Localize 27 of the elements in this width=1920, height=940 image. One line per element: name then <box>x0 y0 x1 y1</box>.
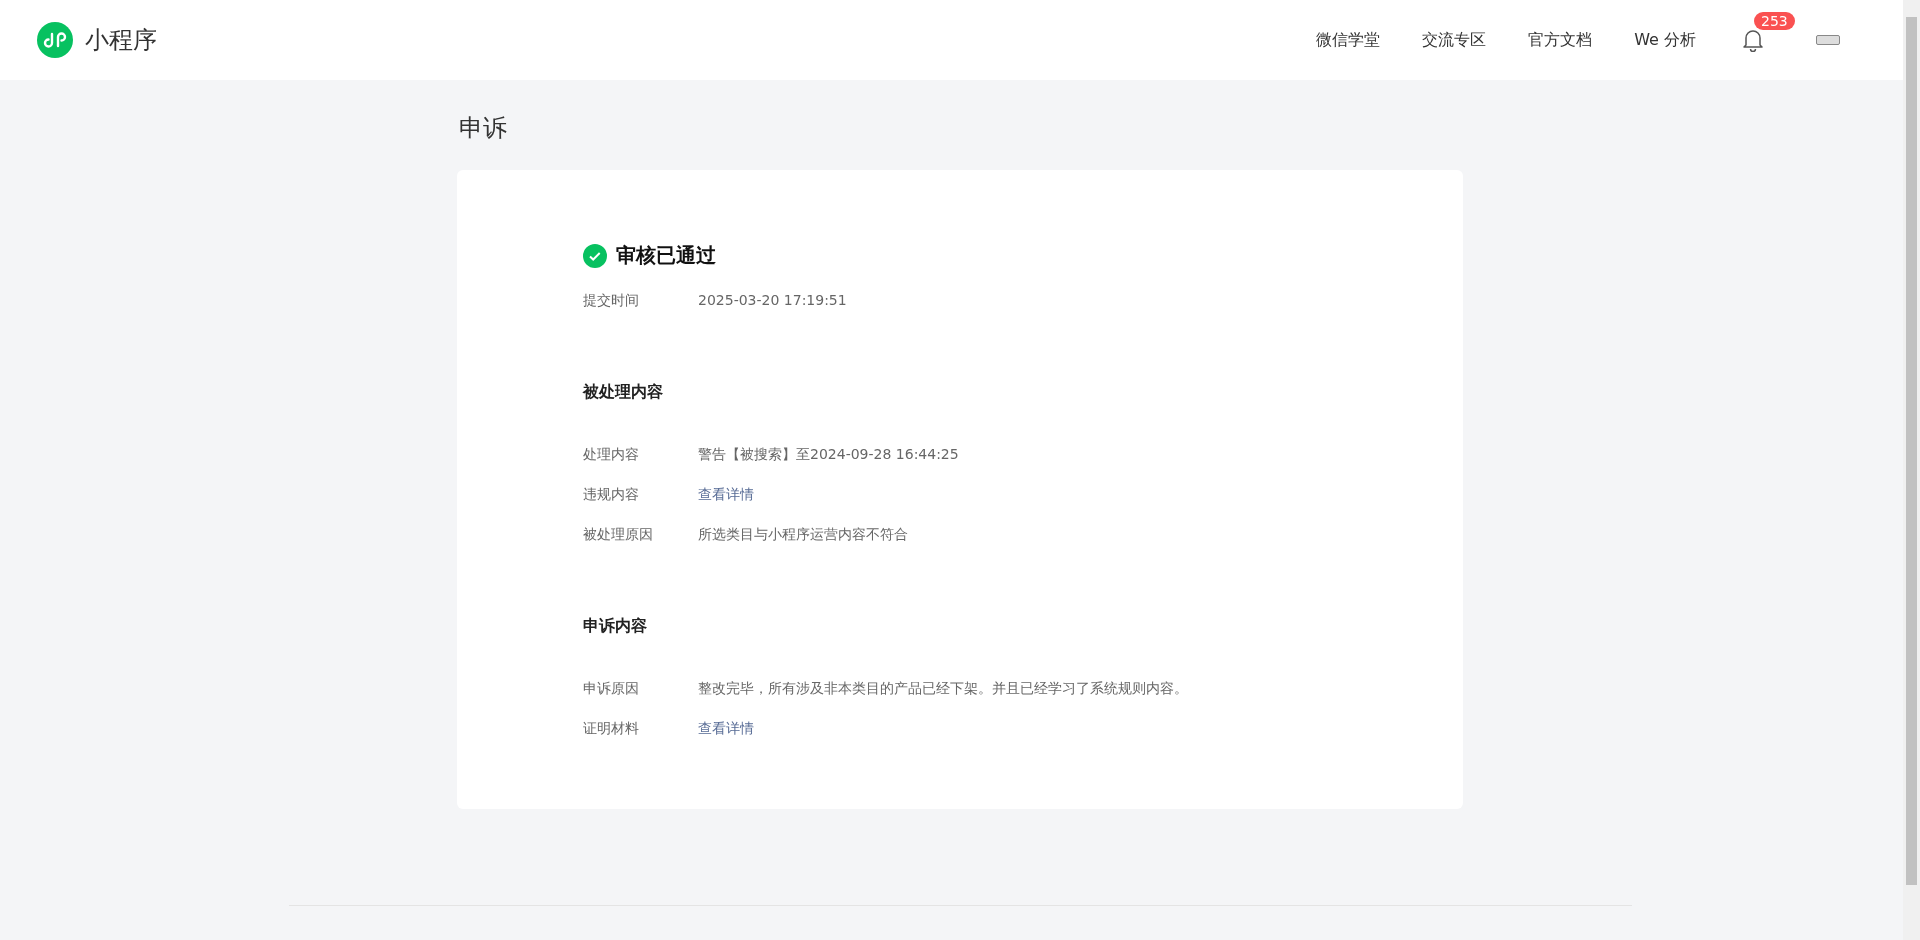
details-link[interactable]: 查看详情 <box>698 483 754 506</box>
section-heading: 被处理内容 <box>583 382 664 403</box>
check-circle-icon <box>583 243 607 268</box>
notification-badge: 253 <box>1754 12 1795 30</box>
nav-link[interactable]: 官方文档 <box>1528 29 1593 51</box>
details-link[interactable]: 查看详情 <box>698 717 754 740</box>
field-label: 提交时间 <box>583 291 640 310</box>
field-value: 警告【被搜索】至2024-09-28 16:44:25 <box>698 445 959 464</box>
nav-link[interactable]: 交流专区 <box>1422 29 1487 51</box>
field-value: 整改完毕，所有涉及非本类目的产品已经下架。并且已经学习了系统规则内容。 <box>698 679 1188 698</box>
field-label: 违规内容 <box>583 485 640 504</box>
nav-link[interactable]: We 分析 <box>1634 29 1696 51</box>
avatar-image[interactable] <box>1816 35 1840 45</box>
field-value: 2025-03-20 17:19:51 <box>698 291 847 310</box>
status-heading: 审核已通过 <box>616 242 716 269</box>
page-title: 申诉 <box>459 113 508 144</box>
logo-icon <box>37 22 73 58</box>
field-label: 申诉原因 <box>583 679 640 698</box>
section-heading: 申诉内容 <box>583 616 648 637</box>
field-label: 处理内容 <box>583 445 640 464</box>
logo-text: 小程序 <box>85 25 157 56</box>
field-label: 被处理原因 <box>583 525 654 544</box>
scrollbar[interactable] <box>1903 0 1920 940</box>
bell-icon[interactable] <box>1742 28 1764 52</box>
field-label: 证明材料 <box>583 719 640 738</box>
field-value: 所选类目与小程序运营内容不符合 <box>698 525 908 544</box>
nav-link[interactable]: 微信学堂 <box>1316 29 1381 51</box>
